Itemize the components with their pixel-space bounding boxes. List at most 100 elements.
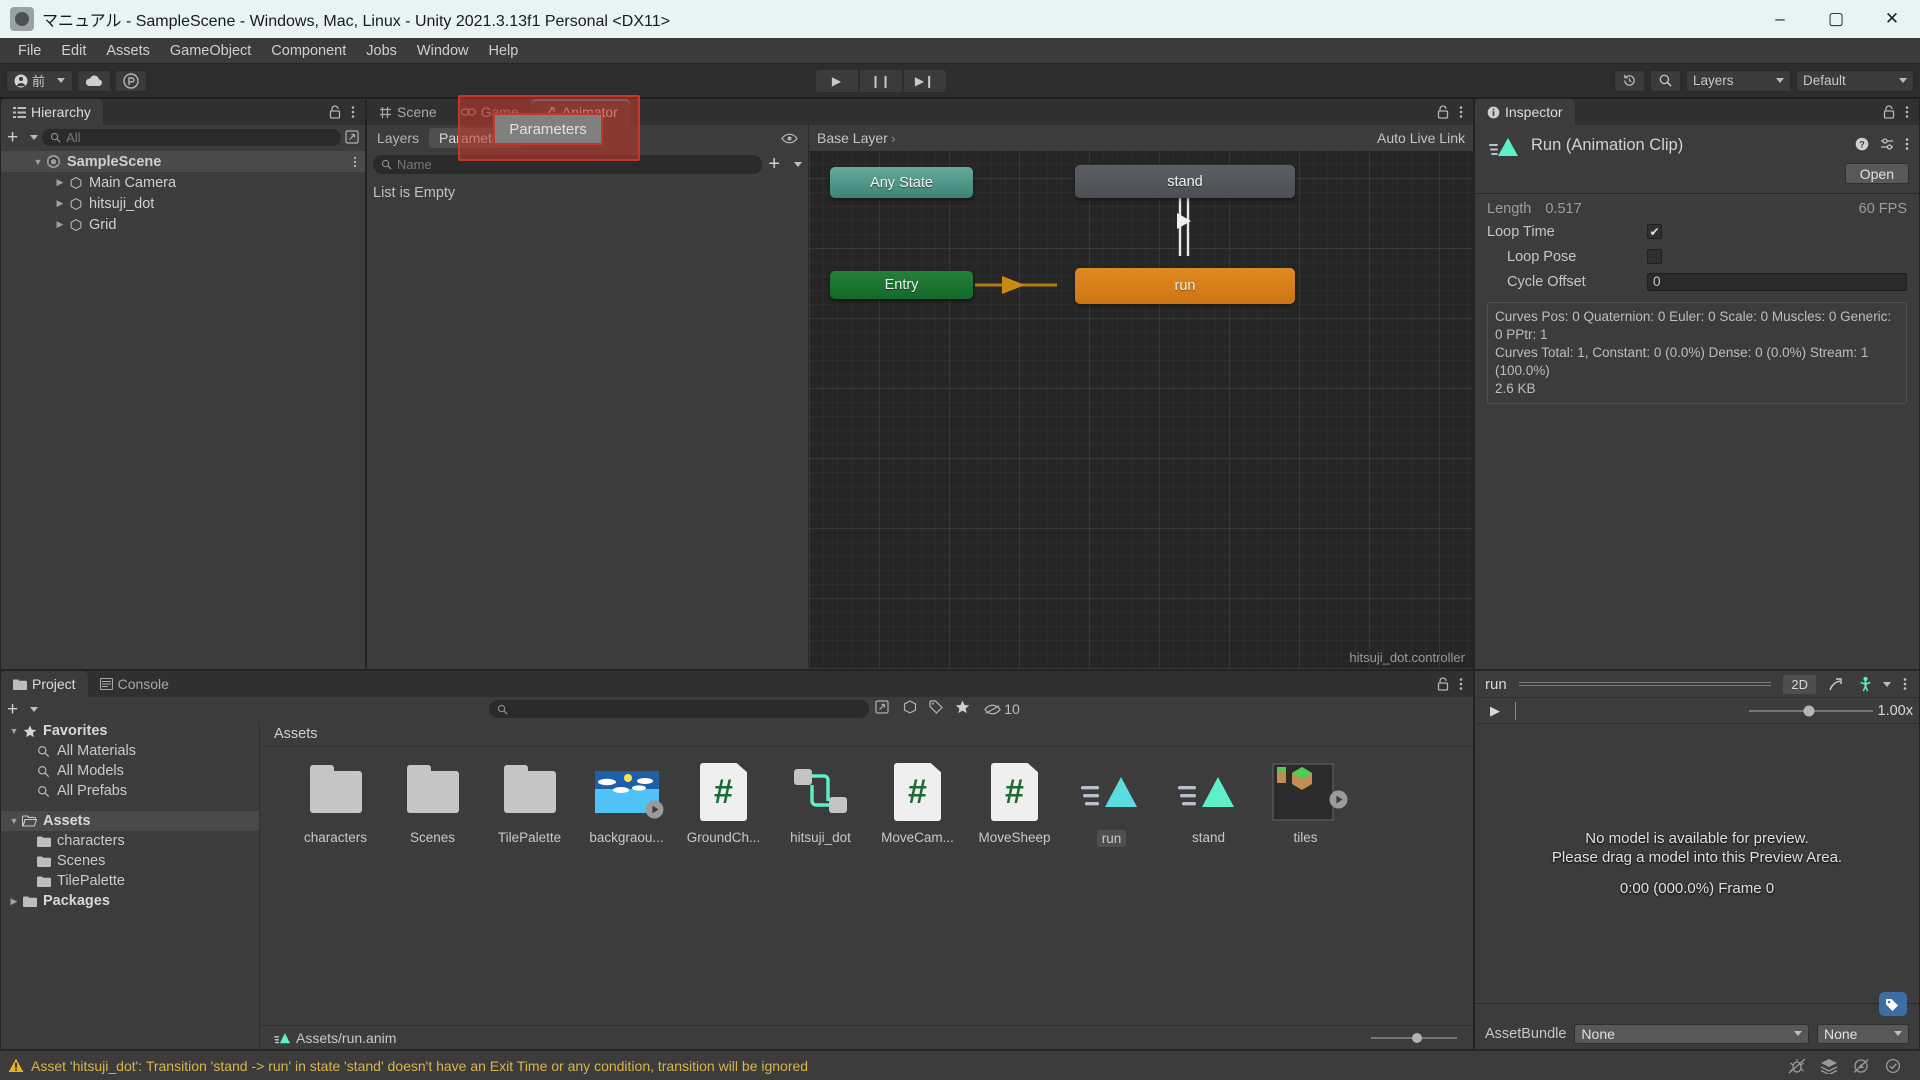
menu-jobs[interactable]: Jobs <box>356 41 407 61</box>
menu-help[interactable]: Help <box>478 41 528 61</box>
disclosure-triangle-icon[interactable]: ▶ <box>53 198 67 209</box>
menu-file[interactable]: File <box>8 41 51 61</box>
services-button[interactable] <box>115 70 147 92</box>
check-circle-icon[interactable] <box>1884 1058 1902 1074</box>
subtab-parameters[interactable]: Parameters <box>429 128 521 148</box>
kebab-menu-icon[interactable] <box>1459 677 1463 691</box>
asset-item-tilepalette[interactable]: TilePalette <box>482 761 577 847</box>
avatar-icon[interactable] <box>1854 676 1877 692</box>
tab-project[interactable]: Project <box>1 671 88 697</box>
status-bar[interactable]: Asset 'hitsuji_dot': Transition 'stand -… <box>0 1050 1920 1080</box>
subtab-layers[interactable]: Layers <box>367 128 429 148</box>
hierarchy-item-main-camera[interactable]: ▶ Main Camera <box>1 172 365 193</box>
menu-gameobject[interactable]: GameObject <box>160 41 261 61</box>
preset-icon[interactable] <box>1880 137 1894 151</box>
asset-item-stand[interactable]: stand <box>1161 761 1256 847</box>
disclosure-triangle-icon[interactable]: ▶ <box>53 219 67 230</box>
menu-edit[interactable]: Edit <box>51 41 96 61</box>
asset-item-tiles[interactable]: tiles <box>1258 761 1353 847</box>
pause-button[interactable]: ❙❙ <box>860 70 902 92</box>
state-node-run[interactable]: run <box>1075 268 1295 304</box>
project-tree-tilepalette[interactable]: TilePalette <box>1 871 259 891</box>
project-tree-all-materials[interactable]: All Materials <box>1 741 259 761</box>
hierarchy-search-save-icon[interactable] <box>345 130 359 144</box>
open-button[interactable]: Open <box>1845 163 1909 184</box>
disclosure-triangle-icon[interactable]: ▼ <box>7 726 21 736</box>
preview-speed-slider[interactable]: 1.00x <box>1747 703 1919 719</box>
project-search-save-icon[interactable] <box>875 700 889 718</box>
timeline-playhead[interactable] <box>1515 702 1516 720</box>
cloud-button[interactable] <box>77 70 111 92</box>
tab-animator[interactable]: Animator <box>531 99 630 125</box>
kebab-menu-icon[interactable] <box>1905 137 1909 151</box>
disclosure-triangle-icon[interactable]: ▶ <box>53 177 67 188</box>
hidden-assets-count[interactable]: 10 <box>984 700 1020 718</box>
eye-icon[interactable] <box>781 133 808 144</box>
assetbundle-variant-dropdown[interactable]: None <box>1817 1024 1909 1044</box>
kebab-menu-icon[interactable] <box>1895 677 1915 691</box>
undo-history-button[interactable] <box>1614 70 1645 92</box>
layout-dropdown[interactable]: Default <box>1796 70 1914 92</box>
account-button[interactable]: 前 <box>6 70 73 92</box>
project-tree-all-models[interactable]: All Models <box>1 761 259 781</box>
hierarchy-item-grid[interactable]: ▶ Grid <box>1 214 365 235</box>
preview-2d-toggle[interactable]: 2D <box>1783 675 1816 694</box>
state-node-stand[interactable]: stand <box>1075 165 1295 198</box>
assetbundle-dropdown[interactable]: None <box>1574 1024 1809 1044</box>
project-tree-favorites[interactable]: ▼ Favorites <box>1 721 259 741</box>
play-overlay-icon[interactable] <box>1329 790 1348 809</box>
play-overlay-icon[interactable] <box>645 800 664 819</box>
asset-item-groundcheck[interactable]: # GroundCh... <box>676 761 771 847</box>
asset-item-scenes[interactable]: Scenes <box>385 761 480 847</box>
layers-dropdown[interactable]: Layers <box>1686 70 1791 92</box>
state-node-any-state[interactable]: Any State <box>830 167 973 198</box>
label-filter-icon[interactable] <box>929 700 943 718</box>
kebab-menu-icon[interactable] <box>351 105 355 119</box>
asset-item-backgraound[interactable]: backgraou... <box>579 761 674 847</box>
project-tree-assets[interactable]: ▼ Assets <box>1 811 259 831</box>
search-button[interactable] <box>1650 70 1681 92</box>
project-tree-all-prefabs[interactable]: All Prefabs <box>1 781 259 801</box>
menu-assets[interactable]: Assets <box>96 41 160 61</box>
tab-hierarchy[interactable]: Hierarchy <box>1 99 103 125</box>
pivot-icon[interactable] <box>1820 677 1850 692</box>
kebab-menu-icon[interactable] <box>353 156 365 168</box>
hierarchy-item-samplescene[interactable]: ▼ SampleScene <box>1 151 365 172</box>
tab-game[interactable]: Game <box>449 99 531 125</box>
loop-time-checkbox[interactable]: ✔ <box>1647 224 1662 239</box>
asset-item-movesheep[interactable]: # MoveSheep <box>967 761 1062 847</box>
layers-stack-icon[interactable] <box>1820 1058 1838 1074</box>
lock-icon[interactable] <box>1883 105 1895 119</box>
project-tree-scenes[interactable]: Scenes <box>1 851 259 871</box>
project-search-input[interactable] <box>489 700 869 718</box>
preview-play-button[interactable]: ▶ <box>1475 703 1515 719</box>
asset-item-hitsuji-dot-controller[interactable]: hitsuji_dot <box>773 761 868 847</box>
disclosure-triangle-icon[interactable]: ▶ <box>7 896 21 907</box>
favorite-filter-icon[interactable] <box>955 700 970 718</box>
hierarchy-item-hitsuji-dot[interactable]: ▶ hitsuji_dot <box>1 193 365 214</box>
preview-area[interactable]: No model is available for preview. Pleas… <box>1475 724 1919 1003</box>
chevron-down-icon[interactable] <box>30 135 38 140</box>
no-preview-icon[interactable] <box>1852 1058 1870 1074</box>
play-button[interactable]: ▶ <box>816 70 858 92</box>
project-add-button[interactable]: + <box>7 700 18 719</box>
state-node-entry[interactable]: Entry <box>830 271 973 299</box>
disclosure-triangle-icon[interactable]: ▼ <box>31 157 45 167</box>
lock-icon[interactable] <box>1437 677 1449 691</box>
menu-window[interactable]: Window <box>407 41 479 61</box>
kebab-menu-icon[interactable] <box>1905 105 1909 119</box>
tab-console[interactable]: Console <box>88 671 181 697</box>
grid-zoom-slider[interactable] <box>1369 1032 1459 1044</box>
help-icon[interactable]: ? <box>1855 137 1869 151</box>
lock-icon[interactable] <box>1437 105 1449 119</box>
step-button[interactable]: ▶❙ <box>904 70 946 92</box>
asset-item-movecamera[interactable]: # MoveCam... <box>870 761 965 847</box>
disclosure-triangle-icon[interactable]: ▼ <box>7 816 21 826</box>
asset-item-run[interactable]: run <box>1064 761 1159 847</box>
maximize-button[interactable]: ▢ <box>1808 0 1864 38</box>
chevron-down-icon[interactable] <box>794 162 802 167</box>
hierarchy-search-input[interactable]: All <box>42 129 341 146</box>
auto-live-link-button[interactable]: Auto Live Link <box>1377 130 1465 146</box>
add-parameter-button[interactable]: + <box>768 154 780 174</box>
project-tree-packages[interactable]: ▶ Packages <box>1 891 259 911</box>
